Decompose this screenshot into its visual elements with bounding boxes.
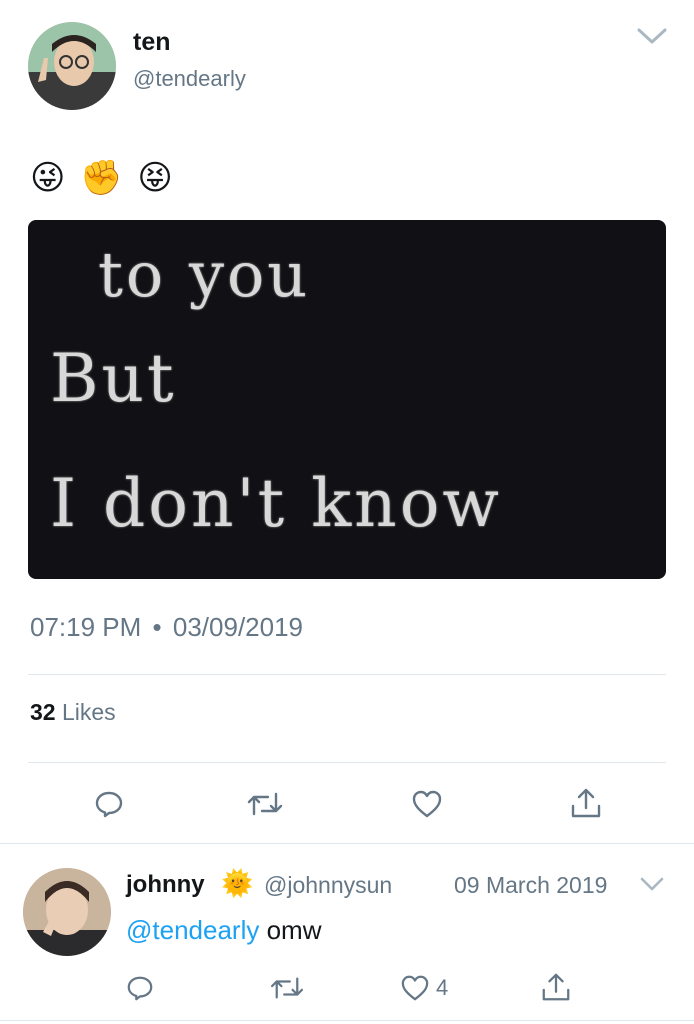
reply-mention-link[interactable]: @tendearly <box>126 915 259 945</box>
heart-icon[interactable] <box>411 789 443 819</box>
reply-chevron-down-icon[interactable] <box>639 876 665 892</box>
reply-date: 09 March 2019 <box>454 872 608 898</box>
retweet-icon[interactable] <box>246 789 284 819</box>
tweet-time: 07:19 PM <box>30 612 142 642</box>
author-avatar[interactable] <box>28 22 116 110</box>
tweet-date: 03/09/2019 <box>172 612 304 642</box>
timestamp-separator: • <box>152 612 162 642</box>
reply-body: omw <box>266 915 322 945</box>
reply-share-icon[interactable] <box>540 971 572 1003</box>
reply-author-avatar[interactable] <box>23 868 111 956</box>
reply-text: @tendearly omw <box>126 915 322 946</box>
reply-retweet-icon[interactable] <box>269 974 305 1002</box>
section-divider <box>0 843 694 844</box>
media-line-1: to you <box>98 238 311 311</box>
reply-author-name[interactable]: johnny <box>126 871 205 899</box>
tweet-timestamp[interactable]: 07:19 PM • 03/09/2019 <box>30 612 303 643</box>
divider <box>28 674 666 675</box>
tweet-text: 😜 ✊ 😝 <box>30 158 175 198</box>
tweet-media[interactable]: to you But I don't know <box>28 220 666 579</box>
likes-summary[interactable]: 32 Likes <box>30 699 116 726</box>
likes-count: 32 <box>30 699 56 725</box>
likes-label: Likes <box>61 699 116 725</box>
reply-reply-icon[interactable] <box>126 974 154 1002</box>
verified-sun-badge: 🌞 <box>221 869 254 899</box>
media-line-3: I don't know <box>50 465 502 542</box>
reply-like-count: 4 <box>436 975 449 1000</box>
reply-heart-icon <box>400 974 430 1002</box>
reply-author-handle[interactable]: @johnnysun <box>264 872 392 899</box>
author-name[interactable]: ten <box>133 28 171 57</box>
media-line-2: But <box>50 340 177 417</box>
reply-like-button[interactable]: 4 <box>400 974 448 1002</box>
reply-icon[interactable] <box>94 789 124 819</box>
share-icon[interactable] <box>569 786 603 820</box>
divider <box>28 762 666 763</box>
author-handle[interactable]: @tendearly <box>133 66 246 92</box>
bottom-divider <box>0 1020 694 1021</box>
chevron-down-icon[interactable] <box>636 26 668 46</box>
